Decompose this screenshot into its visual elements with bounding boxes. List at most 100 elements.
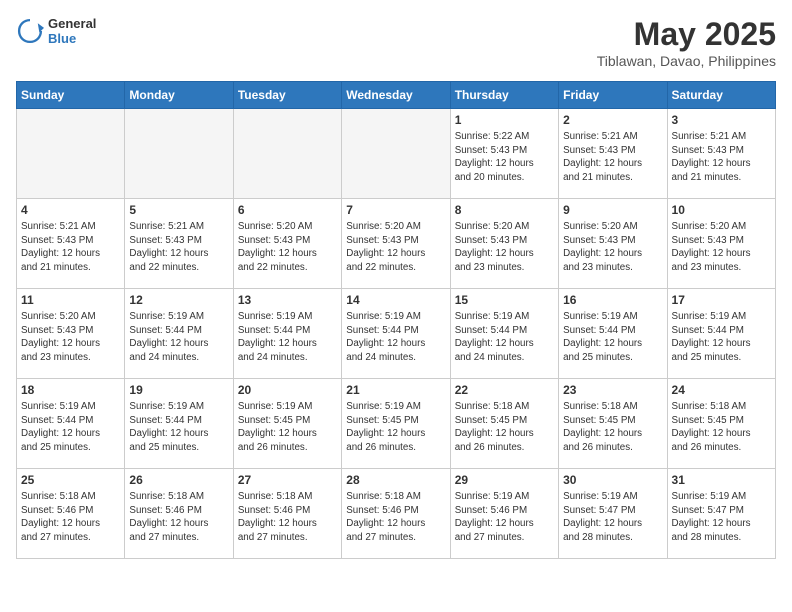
calendar-cell: 24Sunrise: 5:18 AM Sunset: 5:45 PM Dayli… (667, 379, 775, 469)
weekday-header-monday: Monday (125, 82, 233, 109)
calendar-cell: 13Sunrise: 5:19 AM Sunset: 5:44 PM Dayli… (233, 289, 341, 379)
calendar-cell: 18Sunrise: 5:19 AM Sunset: 5:44 PM Dayli… (17, 379, 125, 469)
calendar-cell: 11 Sunrise: 5:20 AM Sunset: 5:43 PM Dayli… (17, 289, 125, 379)
weekday-header-saturday: Saturday (667, 82, 775, 109)
calendar-cell (233, 109, 341, 199)
day-number: 8 (455, 203, 554, 217)
weekday-header-wednesday: Wednesday (342, 82, 450, 109)
calendar-cell: 22 Sunrise: 5:18 AM Sunset: 5:45 PM Dayli… (450, 379, 558, 469)
weekday-header-tuesday: Tuesday (233, 82, 341, 109)
calendar-cell: 1Sunrise: 5:22 AM Sunset: 5:43 PM Daylig… (450, 109, 558, 199)
day-info: Sunrise: 5:21 AM Sunset: 5:43 PM Dayligh… (672, 130, 771, 185)
day-info: Sunrise: 5:21 AM Sunset: 5:43 PM Dayligh… (129, 220, 228, 275)
day-info: Sunrise: 5:19 AM Sunset: 5:45 PM Dayligh… (346, 400, 445, 455)
day-number: 31 (672, 473, 771, 487)
logo-icon (16, 17, 44, 45)
day-number: 10 (672, 203, 771, 217)
day-info: Sunrise: 5:20 AM Sunset: 5:43 PM Dayligh… (672, 220, 771, 275)
day-number: 5 (129, 203, 228, 217)
calendar-cell: 27 Sunrise: 5:18 AM Sunset: 5:46 PM Dayli… (233, 469, 341, 559)
weekday-header-thursday: Thursday (450, 82, 558, 109)
calendar-cell: 21 Sunrise: 5:19 AM Sunset: 5:45 PM Dayli… (342, 379, 450, 469)
calendar-cell: 8Sunrise: 5:20 AM Sunset: 5:43 PM Daylig… (450, 199, 558, 289)
calendar-cell (342, 109, 450, 199)
calendar-cell: 25 Sunrise: 5:18 AM Sunset: 5:46 PM Dayli… (17, 469, 125, 559)
calendar-cell (125, 109, 233, 199)
calendar-week-row: 25 Sunrise: 5:18 AM Sunset: 5:46 PM Dayli… (17, 469, 776, 559)
day-number: 29 (455, 473, 554, 487)
calendar-cell: 16Sunrise: 5:19 AM Sunset: 5:44 PM Dayli… (559, 289, 667, 379)
day-number: 19 (129, 383, 228, 397)
logo-line2: Blue (48, 31, 96, 46)
calendar-cell: 9Sunrise: 5:20 AM Sunset: 5:43 PM Daylig… (559, 199, 667, 289)
month-year: May 2025 (597, 16, 776, 53)
day-number: 27 (238, 473, 337, 487)
location: Tiblawan, Davao, Philippines (597, 53, 776, 69)
day-info: Sunrise: 5:19 AM Sunset: 5:45 PM Dayligh… (238, 400, 337, 455)
day-info: Sunrise: 5:19 AM Sunset: 5:44 PM Dayligh… (672, 310, 771, 365)
calendar-cell: 17 Sunrise: 5:19 AM Sunset: 5:44 PM Dayli… (667, 289, 775, 379)
day-info: Sunrise: 5:19 AM Sunset: 5:44 PM Dayligh… (346, 310, 445, 365)
calendar-cell: 30Sunrise: 5:19 AM Sunset: 5:47 PM Dayli… (559, 469, 667, 559)
logo-line1: General (48, 16, 96, 31)
calendar-cell: 15 Sunrise: 5:19 AM Sunset: 5:44 PM Dayli… (450, 289, 558, 379)
day-number: 21 (346, 383, 445, 397)
day-info: Sunrise: 5:18 AM Sunset: 5:46 PM Dayligh… (129, 490, 228, 545)
day-info: Sunrise: 5:21 AM Sunset: 5:43 PM Dayligh… (563, 130, 662, 185)
day-number: 15 (455, 293, 554, 307)
day-info: Sunrise: 5:20 AM Sunset: 5:43 PM Dayligh… (21, 310, 120, 365)
calendar-week-row: 18Sunrise: 5:19 AM Sunset: 5:44 PM Dayli… (17, 379, 776, 469)
calendar-cell: 6 Sunrise: 5:20 AM Sunset: 5:43 PM Daylig… (233, 199, 341, 289)
day-info: Sunrise: 5:20 AM Sunset: 5:43 PM Dayligh… (238, 220, 337, 275)
day-info: Sunrise: 5:18 AM Sunset: 5:46 PM Dayligh… (21, 490, 120, 545)
calendar-week-row: 11 Sunrise: 5:20 AM Sunset: 5:43 PM Dayli… (17, 289, 776, 379)
day-info: Sunrise: 5:20 AM Sunset: 5:43 PM Dayligh… (346, 220, 445, 275)
day-info: Sunrise: 5:19 AM Sunset: 5:47 PM Dayligh… (672, 490, 771, 545)
logo: General Blue (16, 16, 96, 46)
weekday-header-sunday: Sunday (17, 82, 125, 109)
calendar-cell (17, 109, 125, 199)
day-number: 11 (21, 293, 120, 307)
title-block: May 2025 Tiblawan, Davao, Philippines (597, 16, 776, 69)
day-number: 25 (21, 473, 120, 487)
day-info: Sunrise: 5:20 AM Sunset: 5:43 PM Dayligh… (563, 220, 662, 275)
calendar-cell: 2Sunrise: 5:21 AM Sunset: 5:43 PM Daylig… (559, 109, 667, 199)
day-info: Sunrise: 5:19 AM Sunset: 5:46 PM Dayligh… (455, 490, 554, 545)
day-info: Sunrise: 5:18 AM Sunset: 5:45 PM Dayligh… (563, 400, 662, 455)
day-number: 7 (346, 203, 445, 217)
day-number: 4 (21, 203, 120, 217)
calendar-cell: 7 Sunrise: 5:20 AM Sunset: 5:43 PM Daylig… (342, 199, 450, 289)
day-info: Sunrise: 5:21 AM Sunset: 5:43 PM Dayligh… (21, 220, 120, 275)
calendar-cell: 20Sunrise: 5:19 AM Sunset: 5:45 PM Dayli… (233, 379, 341, 469)
day-number: 16 (563, 293, 662, 307)
calendar-body: 1Sunrise: 5:22 AM Sunset: 5:43 PM Daylig… (17, 109, 776, 559)
page-header: General Blue May 2025 Tiblawan, Davao, P… (16, 16, 776, 69)
day-number: 13 (238, 293, 337, 307)
calendar-cell: 14 Sunrise: 5:19 AM Sunset: 5:44 PM Dayli… (342, 289, 450, 379)
weekday-header-friday: Friday (559, 82, 667, 109)
day-number: 22 (455, 383, 554, 397)
calendar-week-row: 4 Sunrise: 5:21 AM Sunset: 5:43 PM Daylig… (17, 199, 776, 289)
day-number: 12 (129, 293, 228, 307)
day-number: 17 (672, 293, 771, 307)
day-number: 6 (238, 203, 337, 217)
day-number: 3 (672, 113, 771, 127)
calendar-week-row: 1Sunrise: 5:22 AM Sunset: 5:43 PM Daylig… (17, 109, 776, 199)
calendar-cell: 23Sunrise: 5:18 AM Sunset: 5:45 PM Dayli… (559, 379, 667, 469)
day-info: Sunrise: 5:19 AM Sunset: 5:44 PM Dayligh… (21, 400, 120, 455)
calendar-cell: 5 Sunrise: 5:21 AM Sunset: 5:43 PM Daylig… (125, 199, 233, 289)
day-number: 1 (455, 113, 554, 127)
calendar-cell: 28Sunrise: 5:18 AM Sunset: 5:46 PM Dayli… (342, 469, 450, 559)
calendar-cell: 29 Sunrise: 5:19 AM Sunset: 5:46 PM Dayli… (450, 469, 558, 559)
day-number: 26 (129, 473, 228, 487)
logo-text: General Blue (48, 16, 96, 46)
calendar-cell: 31 Sunrise: 5:19 AM Sunset: 5:47 PM Dayli… (667, 469, 775, 559)
day-info: Sunrise: 5:19 AM Sunset: 5:44 PM Dayligh… (455, 310, 554, 365)
day-info: Sunrise: 5:18 AM Sunset: 5:46 PM Dayligh… (238, 490, 337, 545)
day-number: 14 (346, 293, 445, 307)
day-number: 30 (563, 473, 662, 487)
day-info: Sunrise: 5:19 AM Sunset: 5:44 PM Dayligh… (129, 310, 228, 365)
day-info: Sunrise: 5:18 AM Sunset: 5:45 PM Dayligh… (455, 400, 554, 455)
calendar-cell: 12 Sunrise: 5:19 AM Sunset: 5:44 PM Dayli… (125, 289, 233, 379)
day-info: Sunrise: 5:19 AM Sunset: 5:44 PM Dayligh… (129, 400, 228, 455)
